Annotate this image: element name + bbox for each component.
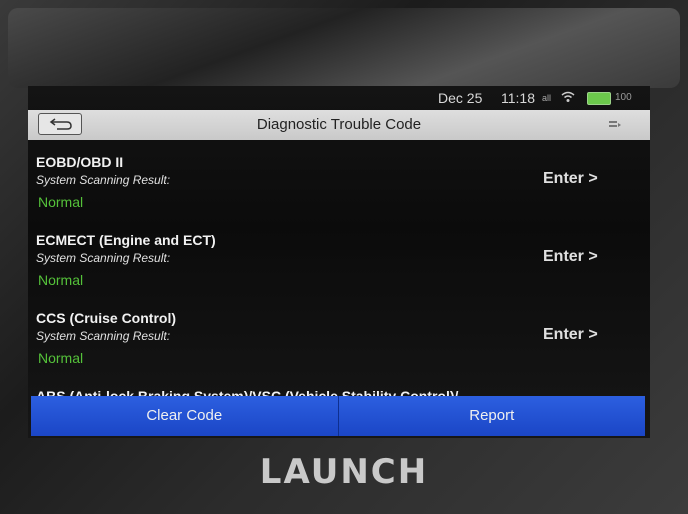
- wifi-icon: [561, 91, 575, 102]
- signal-indicator: all: [542, 93, 552, 103]
- scan-result-label: System Scanning Result:: [36, 329, 171, 343]
- report-button[interactable]: Report: [338, 396, 645, 436]
- brand-logo: LAUNCH: [259, 452, 429, 492]
- enter-button[interactable]: Enter >: [543, 170, 598, 188]
- enter-button[interactable]: Enter >: [543, 326, 598, 344]
- status-normal: Normal: [38, 194, 84, 210]
- device-bezel: [8, 8, 680, 88]
- list-item[interactable]: CCS (Cruise Control) System Scanning Res…: [28, 310, 650, 388]
- scan-result-label: System Scanning Result:: [36, 251, 171, 265]
- page-title: Diagnostic Trouble Code: [256, 116, 422, 133]
- system-name: CCS (Cruise Control): [36, 310, 176, 326]
- list-item[interactable]: ECMECT (Engine and ECT) System Scanning …: [28, 232, 650, 310]
- screen: Dec 25 11:18 all 100 Diagnostic Trouble …: [28, 86, 650, 438]
- system-name: EOBD/OBD II: [36, 154, 124, 170]
- enter-button[interactable]: Enter >: [543, 248, 598, 266]
- scan-result-label: System Scanning Result:: [36, 173, 171, 187]
- status-normal: Normal: [38, 272, 84, 288]
- menu-icon[interactable]: [608, 118, 622, 132]
- status-normal: Normal: [38, 350, 84, 366]
- status-time: 11:18: [501, 90, 535, 106]
- status-bar: Dec 25 11:18 all 100: [28, 86, 650, 110]
- system-name: ECMECT (Engine and ECT): [36, 232, 216, 248]
- battery-icon: [587, 92, 611, 105]
- title-bar: Diagnostic Trouble Code: [28, 110, 650, 140]
- status-date: Dec 25: [438, 90, 483, 106]
- list-item[interactable]: EOBD/OBD II System Scanning Result: Norm…: [28, 154, 650, 232]
- bottom-action-bar: Clear Code Report: [31, 396, 645, 436]
- battery-level: 100: [615, 92, 632, 103]
- clear-code-button[interactable]: Clear Code: [31, 396, 339, 436]
- scan-tool-device: Dec 25 11:18 all 100 Diagnostic Trouble …: [0, 0, 688, 514]
